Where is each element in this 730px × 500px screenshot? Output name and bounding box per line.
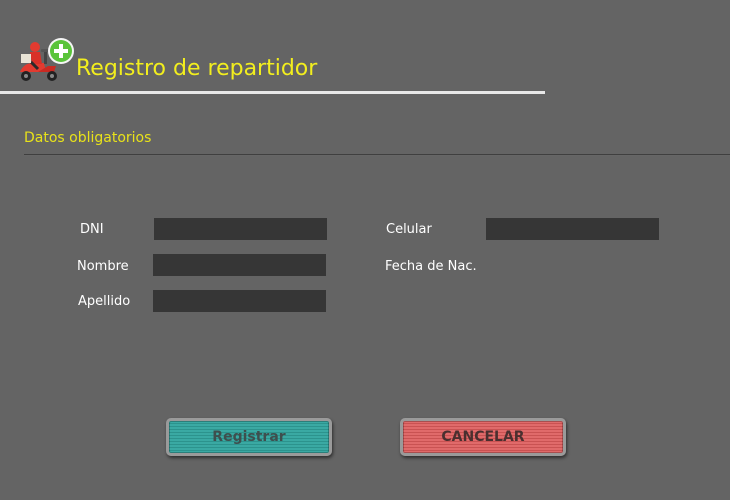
apellido-field[interactable] [153, 290, 326, 312]
cancel-button[interactable]: CANCELAR [400, 418, 566, 456]
page-title: Registro de repartidor [76, 56, 318, 81]
apellido-label: Apellido [78, 294, 131, 309]
register-button[interactable]: Registrar [166, 418, 332, 456]
nombre-field[interactable] [153, 254, 326, 276]
nombre-label: Nombre [77, 259, 129, 274]
dni-label: DNI [80, 222, 104, 237]
section-title: Datos obligatorios [24, 130, 152, 146]
title-divider [0, 91, 545, 94]
celular-label: Celular [386, 222, 432, 237]
cancel-button-label: CANCELAR [441, 429, 525, 445]
section-divider [24, 154, 730, 156]
fecha-nac-label: Fecha de Nac. [385, 259, 477, 274]
celular-field[interactable] [486, 218, 659, 240]
delivery-scooter-add-icon [14, 36, 78, 86]
register-button-label: Registrar [212, 429, 286, 445]
dni-field[interactable] [154, 218, 327, 240]
